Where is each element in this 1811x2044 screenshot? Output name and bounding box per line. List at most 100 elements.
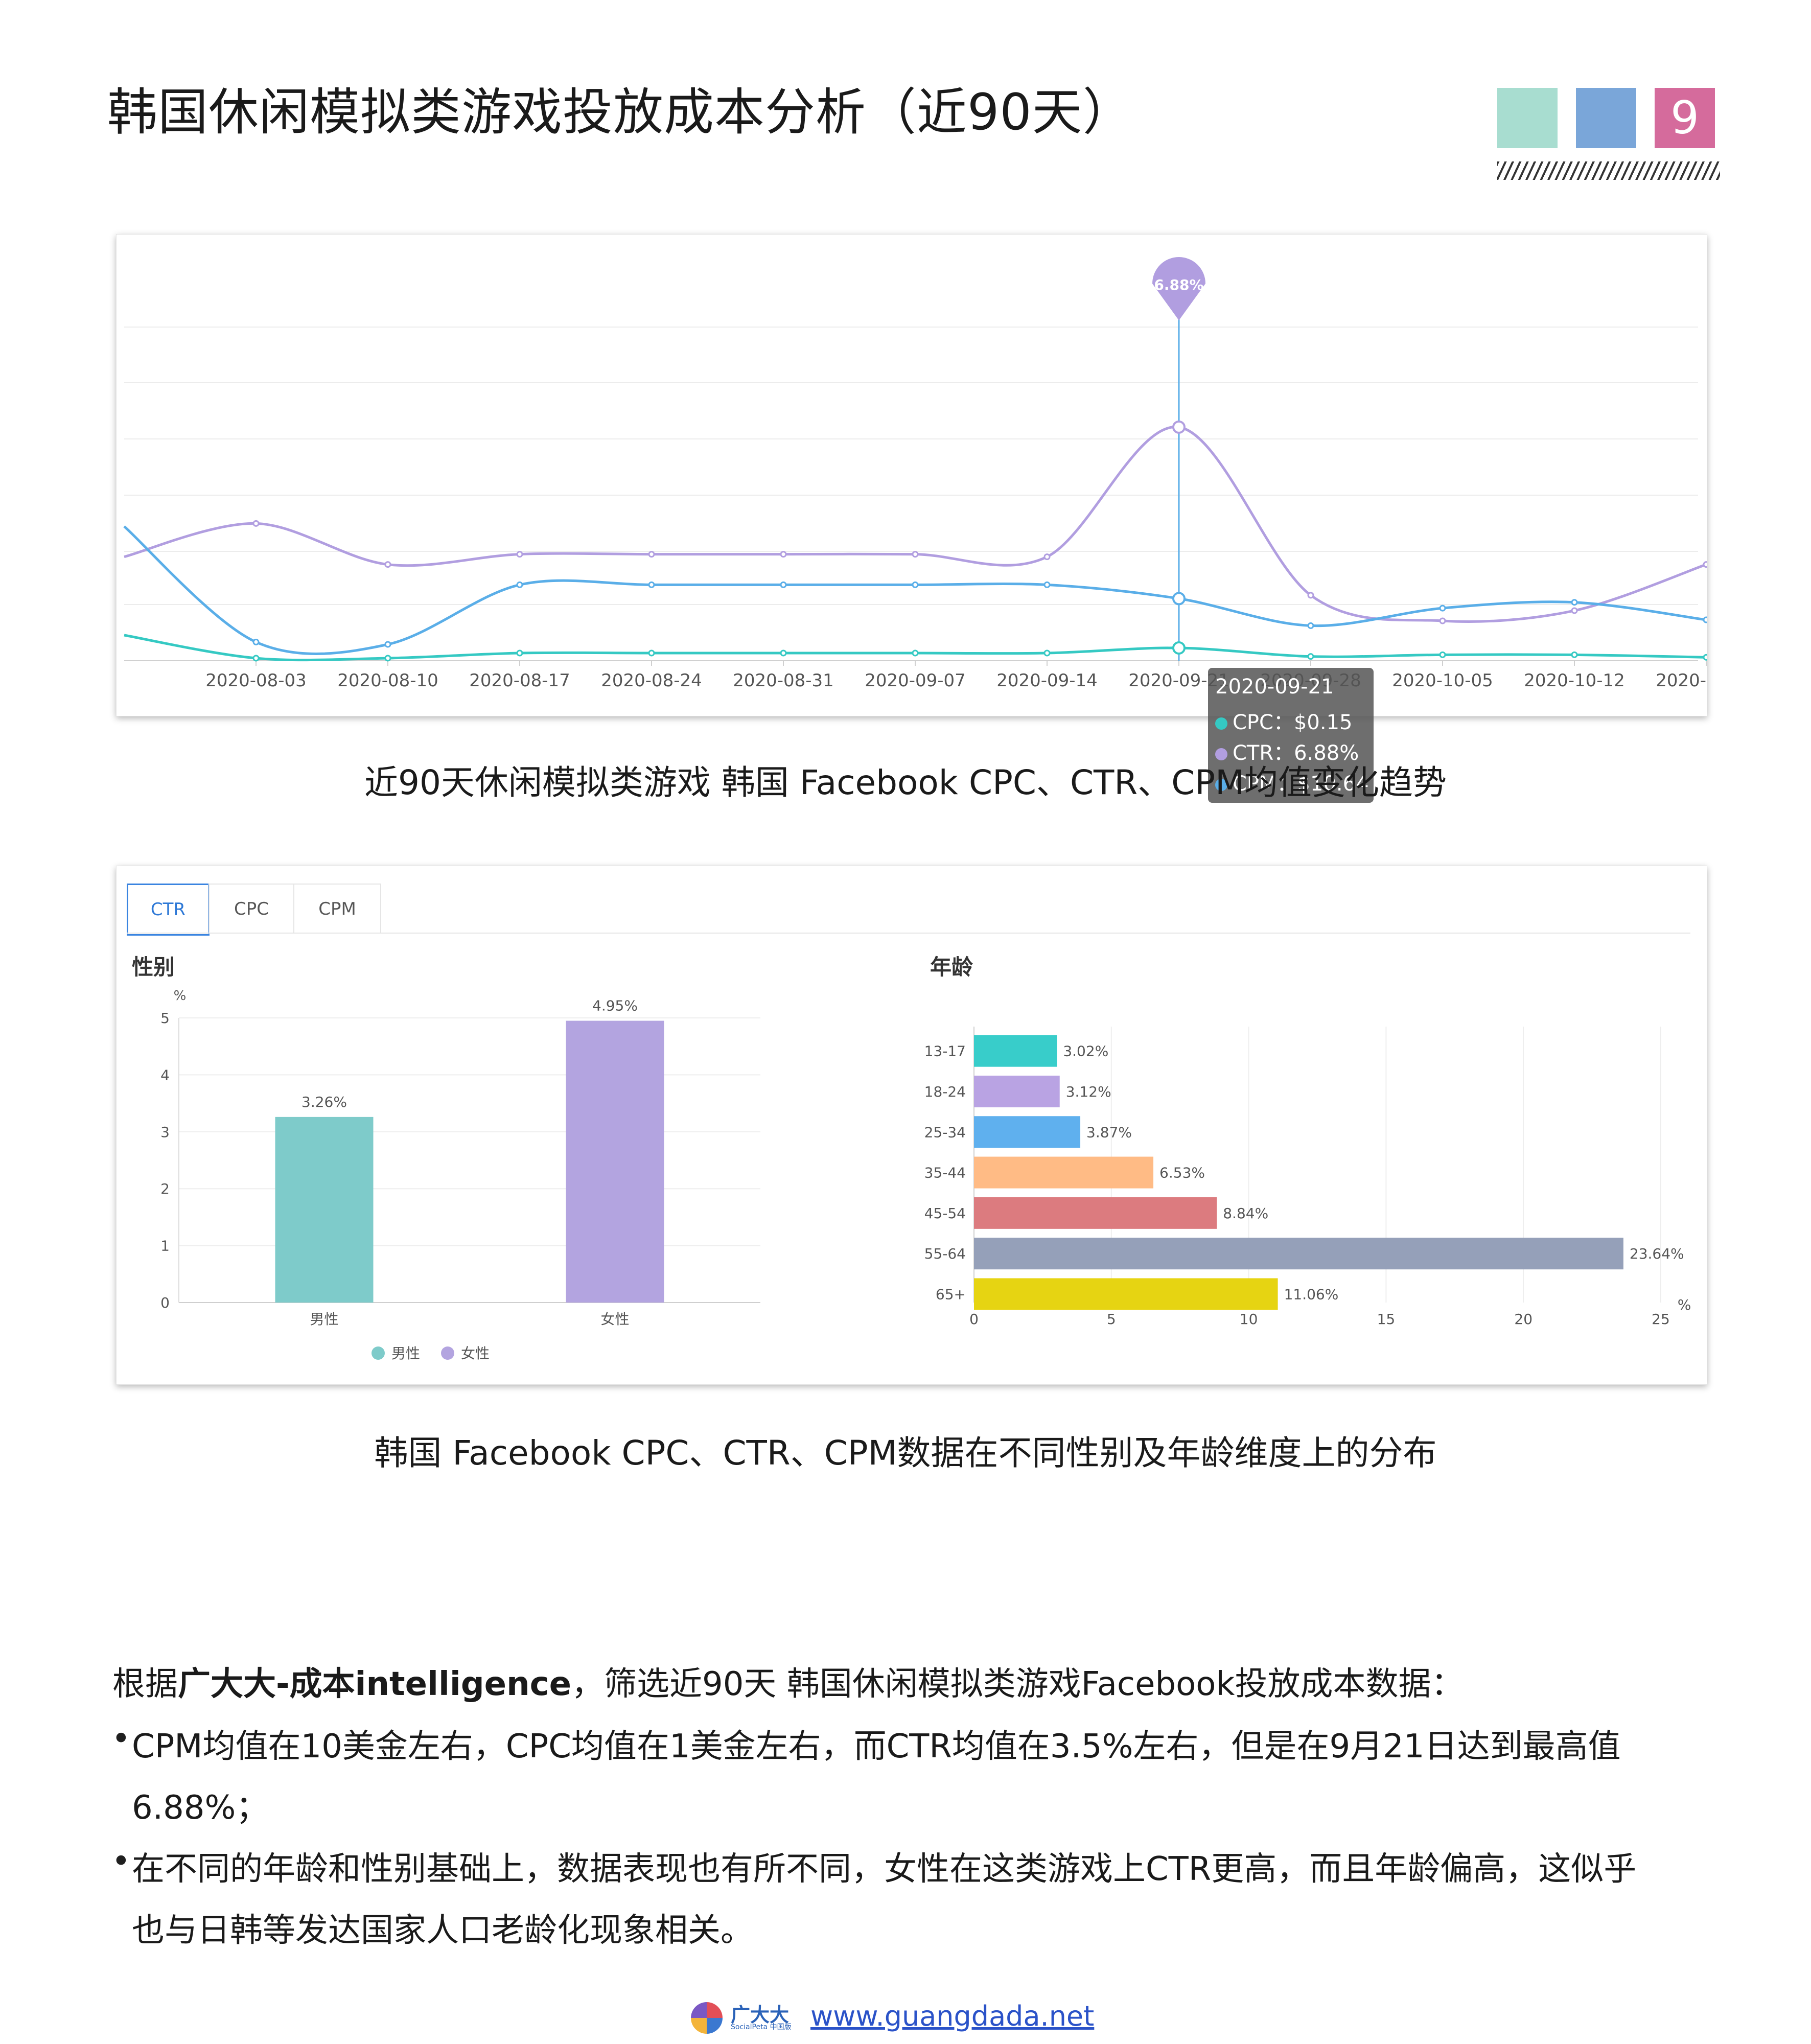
- gender-legend-label: 女性: [461, 1345, 490, 1362]
- trend-caption: 近90天休闲模拟类游戏 韩国 Facebook CPC、CTR、CPM均值变化趋…: [364, 763, 1447, 802]
- data-point-ctr: [516, 551, 523, 558]
- data-point-cpc: [516, 649, 523, 657]
- gender-bar-male: [275, 1117, 374, 1303]
- data-point-ctr: [1307, 592, 1314, 599]
- data-point-cpc: [1172, 641, 1186, 655]
- data-point-cpm: [1172, 592, 1186, 606]
- gender-y-unit: %: [174, 988, 187, 1004]
- data-point-cpc: [912, 649, 919, 657]
- age-bar-value-label: 3.12%: [1066, 1083, 1111, 1100]
- gender-bar-value-label: 3.26%: [301, 1094, 347, 1110]
- gender-x-tick-label: 男性: [310, 1311, 338, 1328]
- distribution-charts: 012345%3.26%男性4.95%女性男性 女性0 5 10 15 20 25%3.02…: [160, 988, 1691, 1362]
- x-tick-label: 2020-08-24: [601, 670, 702, 691]
- gender-bar-female: [566, 1020, 664, 1303]
- summary-bullet-2-line-2: 也与日韩等发达国家人口老龄化现象相关。: [132, 1912, 753, 1949]
- age-x-tick-label: 20: [1514, 1311, 1533, 1328]
- data-point-ctr: [252, 520, 260, 527]
- data-point-cpc: [780, 649, 787, 657]
- decor-square-blue: [1576, 88, 1636, 148]
- x-tick-label: 2020-09-07: [865, 670, 966, 691]
- gender-y-tick-label: 5: [160, 1010, 170, 1027]
- data-point-ctr: [1439, 617, 1446, 624]
- data-point-cpm: [1439, 605, 1446, 612]
- gender-legend-dot: [441, 1346, 454, 1360]
- age-bar-value-label: 23.64%: [1630, 1245, 1684, 1262]
- gender-y-tick-label: 0: [160, 1294, 170, 1311]
- website-link[interactable]: www.guangdada.net: [810, 2000, 1094, 2032]
- age-bar-value-label: 8.84%: [1223, 1205, 1268, 1222]
- summary-intro: 根据广大大-成本intelligence，筛选近90天 韩国休闲模拟类游戏Fac…: [112, 1658, 1464, 1705]
- data-point-cpc: [384, 655, 391, 662]
- decor-hatch: [1497, 161, 1720, 180]
- bullet-marker-1: •: [111, 1720, 131, 1758]
- trend-chart-card: 2020-08-03 2020-08-10 2020-08-17 2020-08-24…: [116, 234, 1707, 803]
- page-title: 韩国休闲模拟类游戏投放成本分析（近90天）: [107, 83, 1133, 142]
- x-tick-label: 2020-08-17: [469, 670, 570, 691]
- series-line-ctr: [124, 426, 1707, 623]
- age-y-tick-label: 35-44: [924, 1165, 966, 1181]
- data-point-cpm: [516, 581, 523, 588]
- data-point-ctr: [780, 551, 787, 558]
- logo-subtitle: SocialPeta 中国版: [731, 2023, 792, 2031]
- age-y-tick-label: 18-24: [924, 1083, 966, 1100]
- age-y-tick-label: 45-54: [924, 1205, 966, 1222]
- age-bar: [974, 1035, 1057, 1067]
- x-tick-label: 2020-09-14: [996, 670, 1098, 691]
- data-point-ctr: [1172, 420, 1186, 434]
- page-number: 9: [1655, 88, 1715, 148]
- gender-y-tick-label: 1: [160, 1238, 170, 1255]
- age-y-tick-label: 25-34: [924, 1124, 966, 1141]
- intro-prefix: 根据: [112, 1665, 178, 1703]
- age-y-tick-label: 55-64: [924, 1245, 966, 1262]
- logo-icon: [691, 2002, 723, 2034]
- summary-bullet-2-line-1: 在不同的年龄和性别基础上，数据表现也有所不同，女性在这类游戏上CTR更高，而且年…: [132, 1850, 1637, 1888]
- data-point-ctr: [648, 551, 655, 558]
- age-bar: [974, 1238, 1623, 1270]
- age-x-unit: %: [1678, 1296, 1691, 1313]
- data-point-cpm: [1703, 616, 1707, 623]
- gender-y-tick-label: 3: [160, 1124, 170, 1141]
- age-bar: [974, 1156, 1154, 1189]
- age-x-tick-label: 5: [1107, 1311, 1116, 1328]
- intro-suffix: ，筛选近90天 韩国休闲模拟类游戏Facebook投放成本数据：: [571, 1665, 1464, 1703]
- data-point-ctr: [1571, 607, 1578, 614]
- age-x-tick-label: 10: [1240, 1311, 1258, 1328]
- age-bar: [974, 1116, 1081, 1148]
- data-point-cpm: [384, 641, 391, 648]
- age-x-tick-label: 15: [1377, 1311, 1396, 1328]
- age-x-tick-label: 0: [969, 1311, 979, 1328]
- x-tick-label: 2020-10-19: [1656, 670, 1707, 691]
- data-point-cpm: [252, 638, 260, 645]
- decor-square-green: [1497, 88, 1558, 148]
- data-point-cpm: [912, 581, 919, 588]
- x-tick-label: 2020-08-31: [733, 670, 834, 691]
- gender-legend-label: 男性: [391, 1345, 420, 1362]
- x-tick-label: 2020-10-05: [1392, 670, 1493, 691]
- data-point-ctr: [384, 561, 391, 568]
- gender-y-tick-label: 2: [160, 1180, 170, 1197]
- series-line-cpm: [123, 525, 1707, 655]
- data-point-cpm: [1043, 581, 1051, 588]
- intro-source: 广大大-成本intelligence: [178, 1665, 571, 1703]
- tooltip-cpc: CPC：$0.15: [1233, 711, 1353, 734]
- distribution-card: CTR CPC CPM 性别 年龄 0 1 2 3 4 5% 3.26% 男性 4.95% 女性男…: [116, 866, 1707, 1385]
- age-x-tick-label: 25: [1652, 1311, 1670, 1328]
- trend-chart: 2020-08-03 2020-08-10 2020-08-17 2020-08-24…: [123, 257, 1707, 691]
- age-bar-value-label: 3.87%: [1086, 1124, 1132, 1141]
- x-tick-label: 2020-08-03: [205, 670, 307, 691]
- highlight-pin-label: 6.88%: [1154, 276, 1203, 293]
- data-point-cpc: [252, 655, 260, 662]
- data-point-ctr: [1703, 561, 1707, 568]
- data-point-cpc: [1043, 649, 1051, 657]
- tooltip-date: 2020-09-21: [1215, 675, 1334, 699]
- age-bar: [974, 1197, 1217, 1229]
- gender-x-tick-label: 女性: [600, 1311, 629, 1328]
- tooltip-row-cpc: CPC：$0.15: [1215, 706, 1353, 735]
- age-bar-value-label: 3.02%: [1063, 1043, 1108, 1060]
- distribution-caption: 韩国 Facebook CPC、CTR、CPM数据在不同性别及年龄维度上的分布: [374, 1433, 1437, 1473]
- data-point-cpc: [1703, 654, 1707, 661]
- age-bar-value-label: 11.06%: [1284, 1286, 1339, 1303]
- data-point-ctr: [1043, 553, 1051, 561]
- data-point-cpc: [648, 649, 655, 657]
